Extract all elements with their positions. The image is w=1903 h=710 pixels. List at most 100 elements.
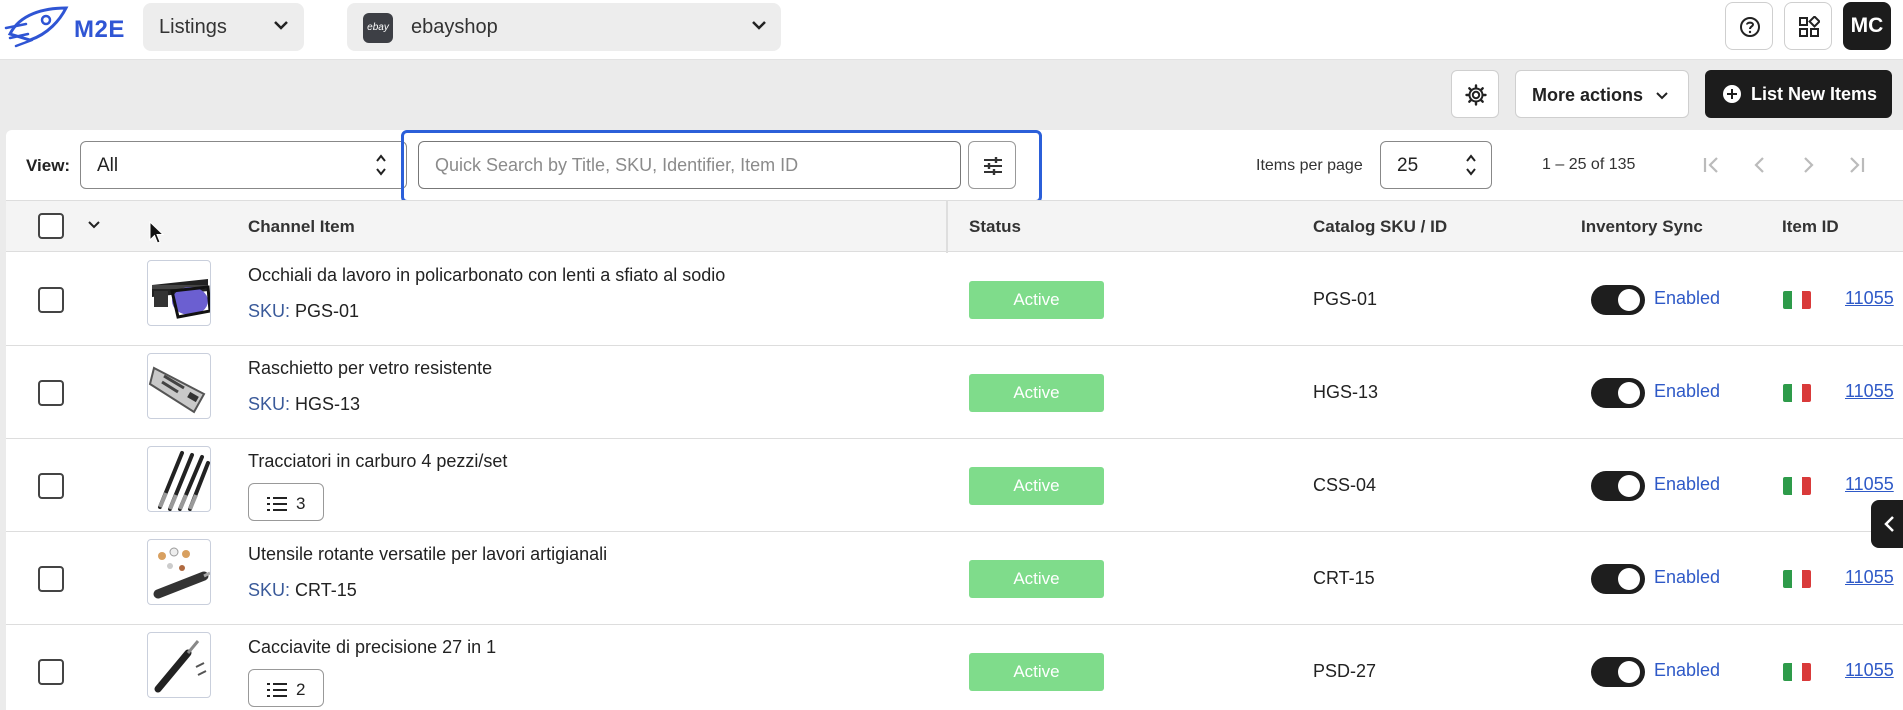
row-checkbox[interactable]: [38, 287, 64, 313]
gear-icon: [1465, 84, 1487, 106]
user-avatar[interactable]: MC: [1843, 2, 1891, 50]
pagination-range: 1 – 25 of 135: [1542, 156, 1636, 173]
product-thumbnail-scribers[interactable]: [147, 446, 211, 512]
variations-button[interactable]: 2: [248, 669, 324, 707]
select-all-checkbox[interactable]: [38, 213, 64, 239]
inventory-sync-status: Enabled: [1654, 381, 1721, 401]
column-catalog-sku[interactable]: Catalog SKU / ID: [1313, 217, 1447, 237]
more-actions-button[interactable]: More actions: [1515, 70, 1689, 118]
help-button[interactable]: [1725, 2, 1773, 50]
row-checkbox[interactable]: [38, 473, 64, 499]
status-badge: Active: [969, 281, 1104, 319]
italy-flag-icon: [1783, 291, 1811, 309]
italy-flag-icon: [1783, 663, 1811, 681]
carbide-scribers-image: [158, 451, 210, 511]
inventory-sync-status: Enabled: [1654, 474, 1721, 494]
chevron-down-icon: [1656, 92, 1668, 100]
product-thumbnail-scraper[interactable]: [147, 353, 211, 419]
side-panel-toggle[interactable]: [1871, 500, 1903, 548]
chevron-down-icon[interactable]: [88, 221, 100, 229]
sliders-icon: [984, 157, 1002, 175]
column-channel-item[interactable]: Channel Item: [248, 217, 355, 237]
item-sku: SKU: PGS-01: [248, 301, 359, 322]
top-navigation-bar: M2E Listings ebay ebayshop MC: [0, 0, 1903, 60]
row-checkbox[interactable]: [38, 380, 64, 406]
chevron-down-icon: [752, 21, 766, 30]
list-icon: [267, 683, 287, 697]
status-badge: Active: [969, 560, 1104, 598]
row-checkbox[interactable]: [38, 566, 64, 592]
row-checkbox[interactable]: [38, 659, 64, 685]
table-row[interactable]: Cacciavite di precisione 27 in 1 2 Activ…: [6, 625, 1903, 710]
account-select[interactable]: ebay ebayshop: [347, 3, 781, 51]
sku-key: SKU:: [248, 394, 291, 414]
item-title[interactable]: Cacciavite di precisione 27 in 1: [248, 637, 496, 658]
sku-key: SKU:: [248, 580, 291, 600]
items-per-page-label: Items per page: [1256, 157, 1363, 174]
updown-arrows-icon: [376, 154, 386, 176]
apps-button[interactable]: [1784, 2, 1832, 50]
item-title[interactable]: Tracciatori in carburo 4 pezzi/set: [248, 451, 507, 472]
ebay-logo-icon: ebay: [363, 13, 393, 43]
safety-glasses-image: [152, 279, 210, 319]
next-page-icon[interactable]: [1795, 152, 1821, 178]
item-id-link[interactable]: 11055: [1845, 567, 1894, 588]
inventory-sync-status: Enabled: [1654, 567, 1721, 587]
sku-value: HGS-13: [295, 394, 361, 414]
column-item-id[interactable]: Item ID: [1782, 217, 1839, 237]
table-row[interactable]: Utensile rotante versatile per lavori ar…: [6, 532, 1903, 625]
settings-button[interactable]: [1451, 70, 1499, 118]
item-sku: SKU: CRT-15: [248, 580, 357, 601]
table-row[interactable]: Raschietto per vetro resistente SKU: HGS…: [6, 346, 1903, 439]
item-title[interactable]: Utensile rotante versatile per lavori ar…: [248, 544, 607, 565]
inventory-sync-toggle[interactable]: [1591, 564, 1645, 594]
inventory-sync-status: Enabled: [1654, 660, 1721, 680]
m2e-logo[interactable]: M2E: [4, 4, 126, 50]
item-id-link[interactable]: 11055: [1845, 381, 1894, 402]
list-new-items-label: List New Items: [1751, 84, 1878, 104]
first-page-icon[interactable]: [1698, 152, 1724, 178]
chevron-left-icon: [1884, 516, 1894, 532]
section-select[interactable]: Listings: [143, 3, 304, 51]
product-thumbnail-screwdriver[interactable]: [147, 632, 211, 698]
italy-flag-icon: [1783, 477, 1811, 495]
more-actions-label: More actions: [1532, 85, 1644, 105]
item-id-link[interactable]: 11055: [1845, 660, 1894, 681]
product-thumbnail-rotary-tool[interactable]: [147, 539, 211, 605]
section-select-value: Listings: [159, 16, 227, 38]
item-title[interactable]: Raschietto per vetro resistente: [248, 358, 492, 379]
apps-grid-icon: [1799, 16, 1820, 37]
view-select-value: All: [97, 155, 119, 176]
glass-scraper-image: [148, 366, 206, 414]
advanced-filter-button[interactable]: [968, 141, 1016, 189]
item-id-link[interactable]: 11055: [1845, 288, 1894, 309]
status-badge: Active: [969, 467, 1104, 505]
inventory-sync-toggle[interactable]: [1591, 471, 1645, 501]
last-page-icon[interactable]: [1844, 152, 1870, 178]
chevron-down-icon: [274, 21, 288, 30]
variations-button[interactable]: 3: [248, 483, 324, 521]
table-row[interactable]: Occhiali da lavoro in policarbonato con …: [6, 253, 1903, 346]
inventory-sync-toggle[interactable]: [1591, 657, 1645, 687]
italy-flag-icon: [1783, 570, 1811, 588]
inventory-sync-toggle[interactable]: [1591, 285, 1645, 315]
variations-count: 2: [296, 680, 306, 699]
status-badge: Active: [969, 653, 1104, 691]
table-row[interactable]: Tracciatori in carburo 4 pezzi/set 3 Act…: [6, 439, 1903, 532]
view-select[interactable]: All: [80, 141, 407, 189]
italy-flag-icon: [1783, 384, 1811, 402]
item-title[interactable]: Occhiali da lavoro in policarbonato con …: [248, 265, 725, 286]
table-header: Channel Item Status Catalog SKU / ID Inv…: [6, 200, 1903, 252]
previous-page-icon[interactable]: [1747, 152, 1773, 178]
list-new-items-button[interactable]: List New Items: [1705, 70, 1892, 118]
column-status[interactable]: Status: [969, 217, 1021, 237]
plus-circle-icon: [1723, 85, 1741, 103]
column-inventory-sync[interactable]: Inventory Sync: [1581, 217, 1703, 237]
sku-value: CRT-15: [295, 580, 357, 600]
inventory-sync-toggle[interactable]: [1591, 378, 1645, 408]
product-thumbnail-glasses[interactable]: [147, 260, 211, 326]
item-id-link[interactable]: 11055: [1845, 474, 1894, 495]
quick-search-input[interactable]: [418, 141, 961, 189]
items-per-page-select[interactable]: 25: [1380, 141, 1492, 189]
variations-count: 3: [296, 494, 306, 513]
